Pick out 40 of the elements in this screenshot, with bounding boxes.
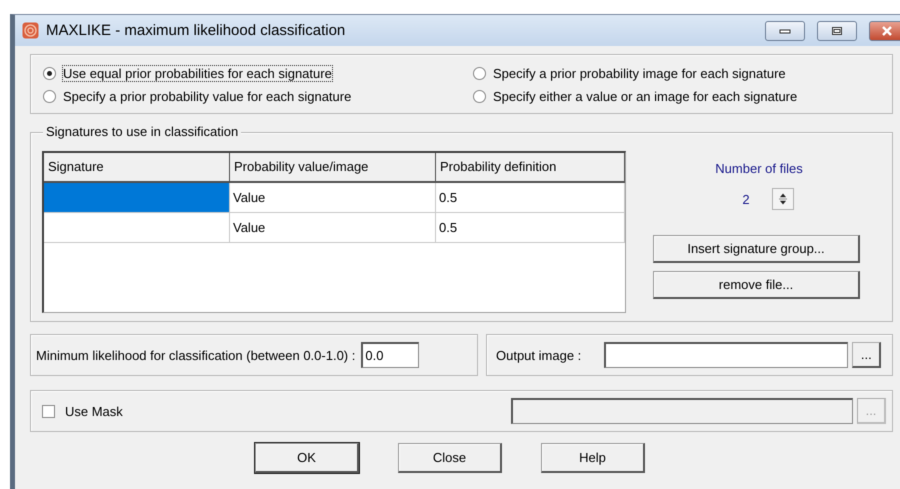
table-cell[interactable]: Value: [230, 213, 436, 243]
number-of-files-value: 2: [742, 192, 750, 206]
table-cell[interactable]: 0.5: [436, 183, 625, 213]
minimize-icon: [779, 28, 791, 34]
table-cell[interactable]: 0.5: [436, 213, 625, 243]
radio-button[interactable]: [43, 90, 56, 103]
table-cell[interactable]: [44, 213, 230, 243]
insert-signature-group-button[interactable]: Insert signature group...: [653, 235, 860, 263]
column-header[interactable]: Probability definition: [436, 153, 625, 183]
table-cell[interactable]: [44, 183, 230, 213]
radio-button[interactable]: [473, 90, 486, 103]
min-likelihood-label: Minimum likelihood for classification (between 0.0-1.0) :: [36, 348, 356, 362]
close-button[interactable]: [869, 20, 900, 40]
min-likelihood-field[interactable]: 0.0: [361, 342, 420, 368]
minimize-button[interactable]: [765, 20, 805, 40]
maximize-icon: [831, 26, 843, 36]
radio-label[interactable]: Specify a prior probability image for each signature: [493, 66, 786, 81]
output-image-label: Output image :: [496, 348, 582, 362]
app-icon: [22, 22, 39, 39]
column-header[interactable]: Signature: [44, 153, 230, 183]
dialog-button[interactable]: Close: [398, 443, 502, 473]
browse-button[interactable]: ...: [852, 342, 882, 368]
radio-label[interactable]: Specify a prior probability value for each signature: [63, 89, 352, 104]
dialog-button[interactable]: Help: [541, 443, 645, 473]
radio-button[interactable]: [43, 67, 56, 80]
window-title: MAXLIKE - maximum likelihood classification: [46, 22, 346, 39]
output-image-field[interactable]: [604, 342, 848, 368]
spinner-button[interactable]: [772, 188, 794, 210]
number-of-files-label: Number of files: [715, 161, 803, 176]
maximize-button[interactable]: [817, 20, 857, 40]
radio-label[interactable]: Specify either a value or an image for each signature: [493, 89, 798, 104]
dialog-button[interactable]: OK: [255, 443, 359, 473]
radio-label[interactable]: Use equal prior probabilities for each signature: [63, 66, 332, 81]
remove-file-button[interactable]: remove file...: [653, 271, 860, 299]
group-title: Signatures to use in classification: [43, 124, 242, 139]
spinner-arrows-icon: [778, 192, 788, 206]
column-header[interactable]: Probability value/image: [230, 153, 436, 183]
close-icon: [881, 26, 893, 36]
radio-button[interactable]: [473, 67, 486, 80]
table-cell[interactable]: Value: [230, 183, 436, 213]
